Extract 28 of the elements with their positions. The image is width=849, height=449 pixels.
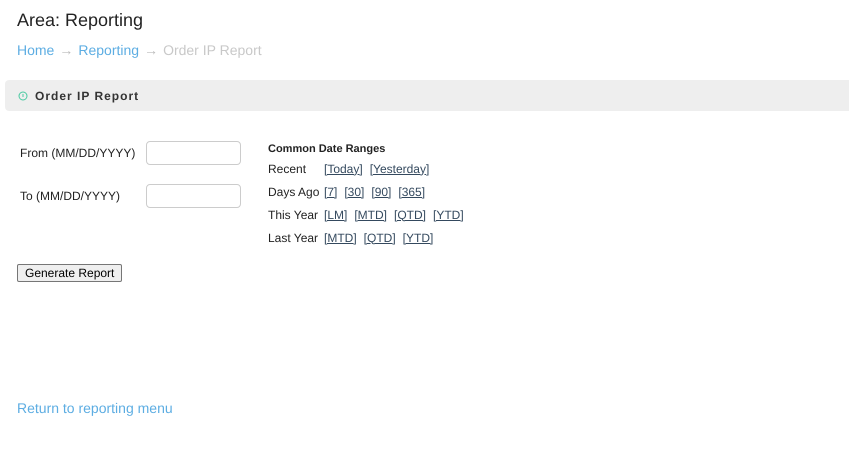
- breadcrumb-separator: →: [59, 41, 74, 60]
- range-label: Last Year: [268, 230, 320, 246]
- range-label: Days Ago: [268, 184, 320, 200]
- breadcrumb-separator: →: [144, 41, 158, 60]
- date-range-link[interactable]: [MTD]: [354, 206, 388, 224]
- date-range-link[interactable]: [MTD]: [324, 228, 357, 246]
- info-icon: [18, 90, 28, 100]
- date-range-link[interactable]: [Today]: [324, 160, 363, 178]
- date-ranges-heading: Common Date Ranges: [268, 142, 386, 157]
- page-title: Area: Reporting: [17, 9, 144, 32]
- date-range-link[interactable]: [90]: [371, 182, 392, 200]
- date-input-field[interactable]: [146, 184, 241, 208]
- date-range-link[interactable]: [QTD]: [394, 206, 426, 224]
- date-input-field[interactable]: [146, 141, 241, 165]
- generate-report-button[interactable]: Generate Report: [17, 264, 122, 282]
- range-label: Recent: [268, 160, 308, 178]
- date-range-link[interactable]: [30]: [344, 182, 364, 200]
- date-range-link[interactable]: [QTD]: [364, 228, 396, 246]
- field-label: To (MM/DD/YYYY): [20, 188, 122, 205]
- date-range-link[interactable]: [LM]: [324, 206, 348, 224]
- date-range-link[interactable]: [YTD]: [402, 228, 434, 246]
- date-range-link[interactable]: [YTD]: [433, 206, 464, 224]
- date-range-link[interactable]: [7]: [324, 182, 338, 200]
- date-range-link[interactable]: [Yesterday]: [370, 160, 430, 178]
- date-range-link[interactable]: [365]: [398, 182, 426, 200]
- panel-title: Order IP Report: [35, 88, 140, 104]
- field-label: From (MM/DD/YYYY): [20, 145, 136, 162]
- range-label: This Year: [268, 206, 320, 224]
